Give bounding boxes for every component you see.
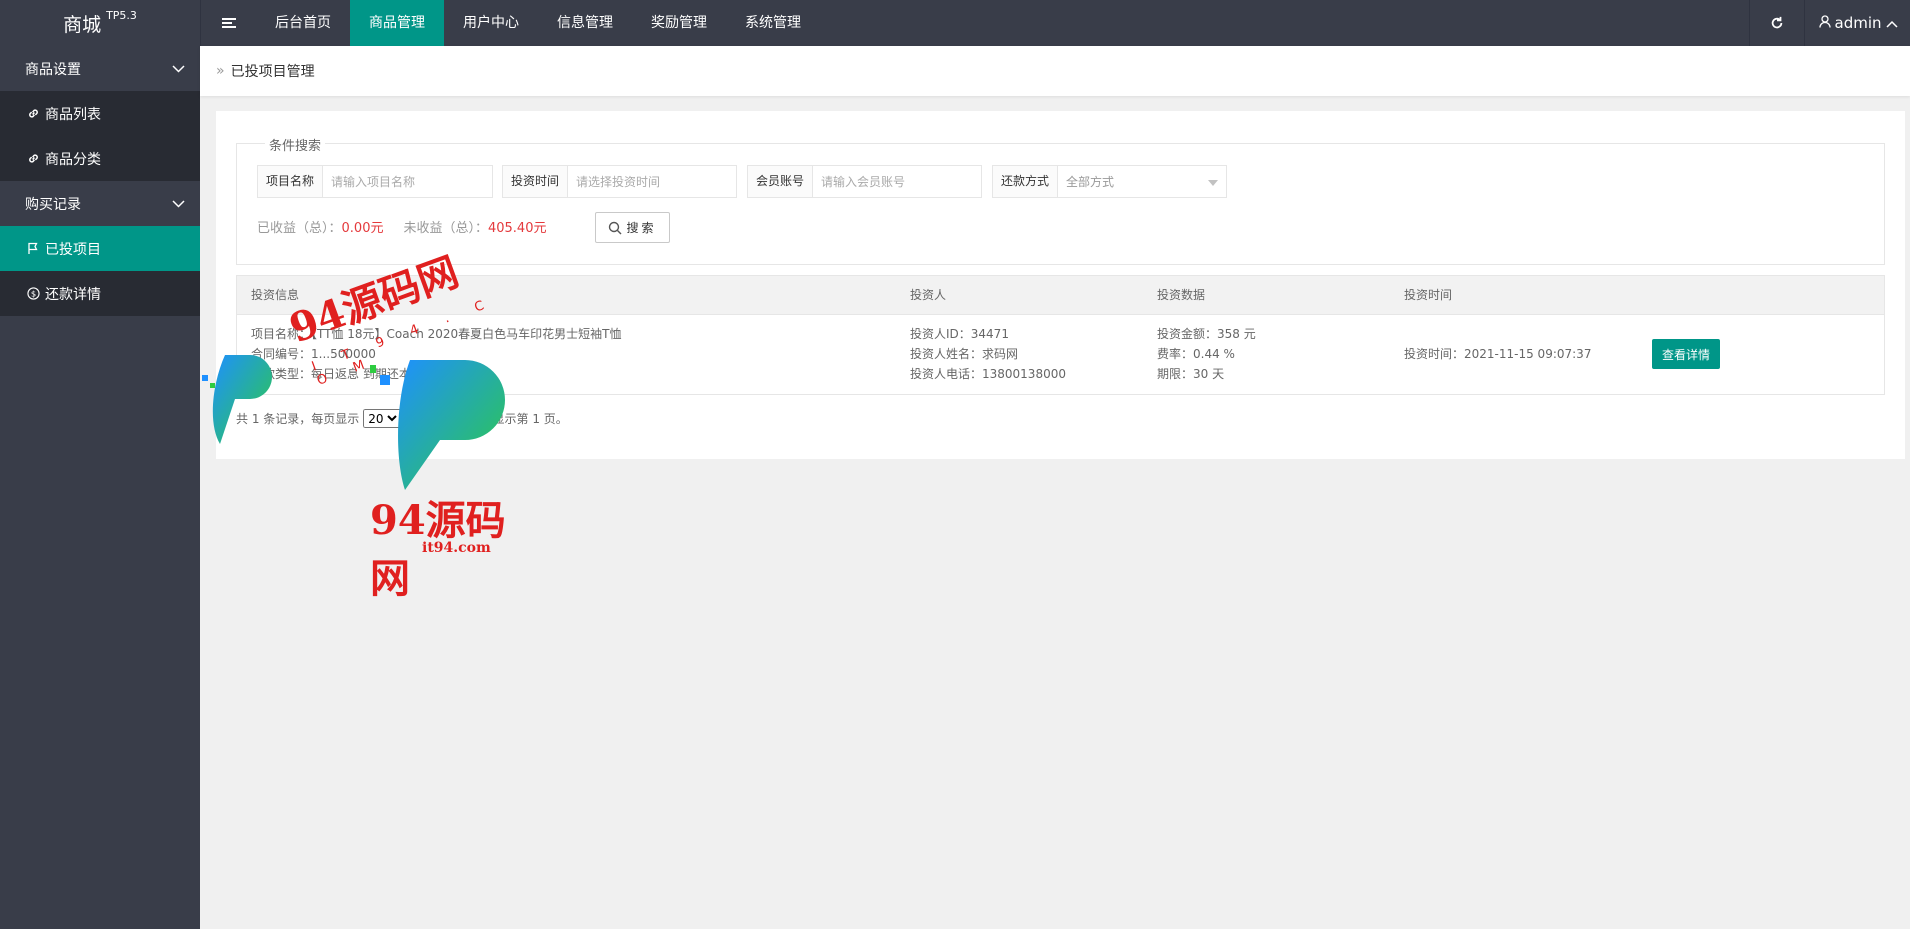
unearned-value: 405.40元	[487, 220, 547, 236]
nav-item-home[interactable]: 后台首页	[256, 0, 350, 46]
member-account-label: 会员账号	[748, 166, 814, 197]
investor-id: 投资人ID：34471	[910, 327, 1009, 341]
view-details-button[interactable]: 查看详情	[1652, 339, 1720, 369]
logo: 商城 TP5.3	[0, 0, 200, 46]
chevron-up-icon	[1885, 14, 1898, 32]
column-header: 投资人	[910, 288, 947, 302]
column-header: 投资信息	[251, 288, 300, 302]
top-bar: 商城 TP5.3 后台首页 商品管理 用户中心 信息管理 奖励管理 系统管理 a…	[0, 0, 1910, 46]
top-nav: 后台首页 商品管理 用户中心 信息管理 奖励管理 系统管理	[256, 0, 820, 46]
invest-term: 期限：30 天	[1157, 367, 1225, 381]
invest-time: 投资时间：2021-11-15 09:07:37	[1404, 347, 1592, 361]
dollar-icon: $	[25, 286, 41, 302]
nav-item-users[interactable]: 用户中心	[444, 0, 538, 46]
search-button-label: 搜索	[626, 221, 657, 235]
project-name: 项目名称：【TT恤 18元】Coach 2020春夏白色马车印花男士短袖T恤	[251, 327, 622, 341]
investor-cell: 投资人ID：34471 投资人姓名：求码网 投资人电话：13800138000	[910, 324, 1066, 384]
sidebar-item-label: 商品列表	[45, 106, 101, 123]
sidebar-item-repayment-details[interactable]: $ 还款详情	[0, 271, 200, 316]
app-version: TP5.3	[106, 8, 137, 22]
invest-amount: 投资金额：358 元	[1157, 327, 1256, 341]
sidebar-item-label: 还款详情	[45, 286, 101, 303]
nav-item-goods[interactable]: 商品管理	[350, 0, 444, 46]
search-icon	[608, 221, 622, 235]
sidebar-item-label: 商品分类	[45, 151, 101, 168]
sidebar-group-label: 商品设置	[25, 61, 81, 78]
invest-time-field: 投资时间	[502, 165, 737, 198]
member-account-input[interactable]	[813, 166, 981, 197]
repay-method-value: 全部方式	[1066, 175, 1115, 189]
invest-data-cell: 投资金额：358 元 费率：0.44 % 期限：30 天	[1157, 324, 1256, 384]
sidebar-group-purchase-records[interactable]: 购买记录	[0, 181, 200, 226]
invest-time-input[interactable]	[568, 166, 736, 197]
menu-icon[interactable]	[200, 0, 256, 46]
sidebar-item-goods-list[interactable]: 商品列表	[0, 91, 200, 136]
nav-item-info[interactable]: 信息管理	[538, 0, 632, 46]
nav-item-rewards[interactable]: 奖励管理	[632, 0, 726, 46]
flag-icon	[25, 241, 41, 257]
page-size-select[interactable]: 20	[363, 409, 402, 428]
chevron-down-icon	[172, 61, 185, 77]
repay-method-select[interactable]: 全部方式	[1058, 166, 1226, 197]
project-name-input[interactable]	[323, 166, 492, 197]
table-row: 项目名称：【TT恤 18元】Coach 2020春夏白色马车印花男士短袖T恤 合…	[237, 315, 1884, 394]
column-header: 投资时间	[1404, 288, 1453, 302]
invest-time-cell: 投资时间：2021-11-15 09:07:37	[1404, 344, 1591, 364]
repay-method-label: 还款方式	[993, 166, 1059, 197]
user-name: admin	[1834, 14, 1882, 32]
search-panel: 条件搜索 项目名称 投资时间 会员账号 还款方式 全部方式 已收益（总）： 0.…	[236, 135, 1885, 265]
table-header: 投资信息 投资人 投资数据 投资时间	[237, 276, 1884, 315]
unearned-label: 未收益（总）：	[403, 220, 488, 236]
link-icon	[25, 106, 41, 122]
repay-type: 还款类型：每日返息 到期还本	[251, 367, 411, 381]
project-name-label: 项目名称	[258, 166, 324, 197]
svg-text:$: $	[30, 288, 35, 298]
earned-value: 0.00元	[341, 220, 384, 236]
sidebar-item-label: 已投项目	[45, 241, 101, 258]
invest-rate: 费率：0.44 %	[1157, 347, 1235, 361]
earned-label: 已收益（总）：	[257, 220, 342, 236]
chevron-down-icon	[172, 196, 185, 212]
pager-suffix: 条，共 1 页当前显示第 1 页。	[405, 412, 568, 426]
invest-info-cell: 项目名称：【TT恤 18元】Coach 2020春夏白色马车印花男士短袖T恤 合…	[251, 324, 622, 384]
income-summary: 已收益（总）： 0.00元 未收益（总）： 405.40元	[257, 210, 566, 242]
nav-item-system[interactable]: 系统管理	[726, 0, 820, 46]
sidebar-item-invested-projects[interactable]: 已投项目	[0, 226, 200, 271]
search-legend: 条件搜索	[265, 135, 326, 154]
app-name: 商城	[63, 13, 102, 36]
investor-name: 投资人姓名：求码网	[910, 347, 1019, 361]
sidebar-group-label: 购买记录	[25, 196, 81, 213]
content-card: 条件搜索 项目名称 投资时间 会员账号 还款方式 全部方式 已收益（总）： 0.…	[216, 111, 1905, 459]
user-icon	[1818, 14, 1831, 32]
member-account-field: 会员账号	[747, 165, 982, 198]
breadcrumb-current: 已投项目管理	[230, 64, 315, 80]
sidebar-group-goods-settings[interactable]: 商品设置	[0, 46, 200, 91]
user-menu[interactable]: admin	[1806, 0, 1910, 46]
sidebar-item-goods-category[interactable]: 商品分类	[0, 136, 200, 181]
caret-down-icon	[1208, 175, 1218, 189]
watermark-text: 94源码网	[370, 497, 506, 602]
project-name-field: 项目名称	[257, 165, 493, 198]
column-header: 投资数据	[1157, 288, 1206, 302]
double-chevron-right-icon: »	[216, 63, 225, 79]
watermark-url: it94.com	[422, 540, 491, 556]
link-icon	[25, 151, 41, 167]
pager-prefix: 共 1 条记录，每页显示	[236, 412, 360, 426]
invest-table: 投资信息 投资人 投资数据 投资时间 项目名称：【TT恤 18元】Coach 2…	[236, 275, 1885, 395]
search-button[interactable]: 搜索	[595, 212, 670, 243]
breadcrumb: » 已投项目管理	[200, 46, 1910, 96]
sidebar: 商品设置 商品列表 商品分类 购买记录 已投项目 $ 还款详情	[0, 46, 200, 929]
pagination: 共 1 条记录，每页显示 20 条，共 1 页当前显示第 1 页。	[236, 409, 568, 428]
refresh-icon[interactable]	[1749, 0, 1805, 46]
investor-phone: 投资人电话：13800138000	[910, 367, 1066, 381]
contract-number: 合同编号：1...500000	[251, 347, 376, 361]
repay-method-field: 还款方式 全部方式	[992, 165, 1227, 198]
invest-time-label: 投资时间	[503, 166, 569, 197]
